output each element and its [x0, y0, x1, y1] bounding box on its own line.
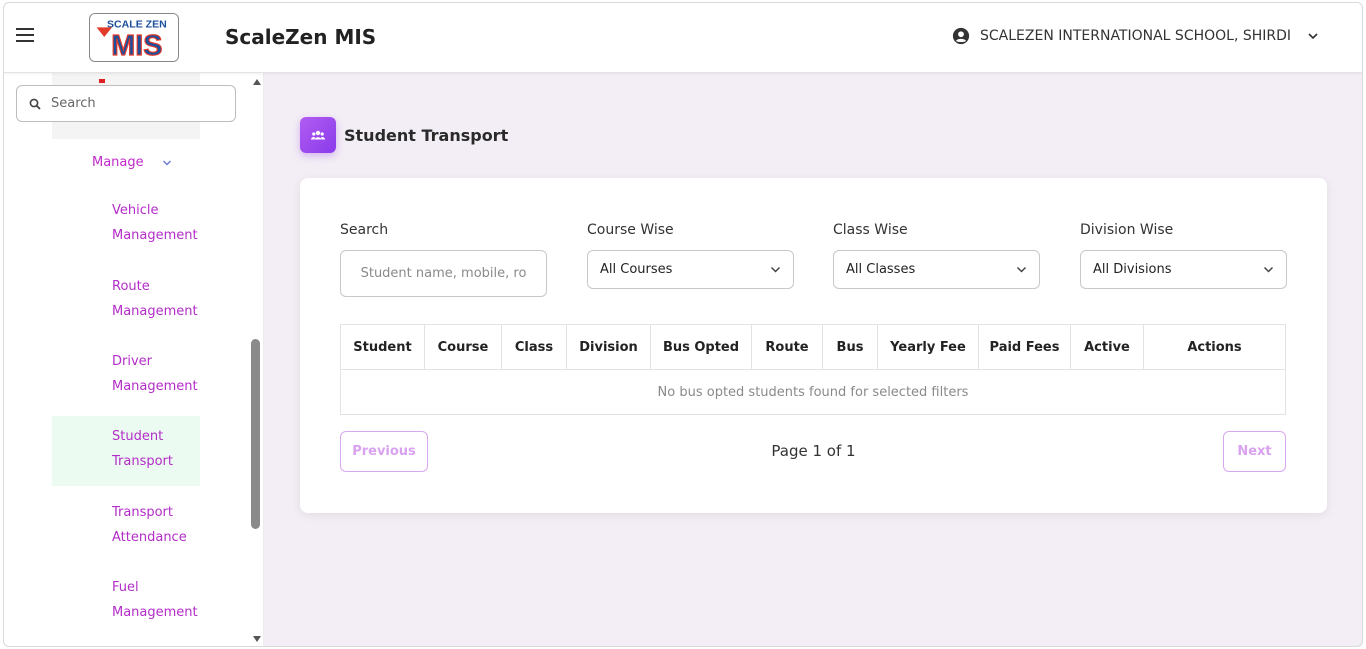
page-title: Student Transport: [344, 125, 509, 145]
top-header: SCALE ZEN MIS ScaleZen MIS SCALEZEN INTE…: [4, 3, 1362, 73]
sidebar-item-driver-management[interactable]: Driver Management: [52, 349, 200, 399]
division-filter-label: Division Wise: [1080, 222, 1174, 238]
sidebar-search[interactable]: [16, 85, 236, 122]
hamburger-menu-icon[interactable]: [16, 28, 38, 46]
scroll-down-arrow-icon[interactable]: [253, 636, 261, 642]
column-header-bus[interactable]: Bus: [822, 324, 878, 370]
column-header-bus-opted[interactable]: Bus Opted: [650, 324, 752, 370]
svg-text:MIS: MIS: [111, 30, 162, 61]
sidebar-item-fuel-management[interactable]: Fuel Management: [52, 575, 200, 625]
column-header-division[interactable]: Division: [566, 324, 651, 370]
search-filter-label: Search: [340, 222, 389, 238]
sidebar-item-label: Fuel: [112, 580, 139, 595]
sidebar-item-student-transport[interactable]: Student Transport: [52, 416, 200, 486]
page-indicator: Page 1 of 1: [771, 442, 856, 460]
division-select[interactable]: All Divisions: [1080, 250, 1287, 289]
column-header-yearly-fee[interactable]: Yearly Fee: [877, 324, 979, 370]
school-selector[interactable]: SCALEZEN INTERNATIONAL SCHOOL, SHIRDI: [952, 27, 1319, 45]
sidebar-item-label: Attendance: [112, 530, 187, 545]
course-select-value: All Courses: [600, 262, 673, 277]
course-select[interactable]: All Courses: [587, 250, 794, 289]
sidebar-search-input[interactable]: [51, 96, 211, 111]
class-select[interactable]: All Classes: [833, 250, 1040, 289]
column-header-actions: Actions: [1143, 324, 1286, 370]
column-header-course[interactable]: Course: [424, 324, 502, 370]
account-circle-icon: [952, 27, 970, 45]
search-input-box[interactable]: [340, 250, 547, 297]
chevron-down-icon: [770, 266, 781, 273]
sidebar-item-route-management[interactable]: Route Management: [52, 274, 200, 324]
sidebar-item-label: Management: [112, 605, 198, 620]
chevron-down-icon: [1263, 266, 1274, 273]
chevron-down-icon: [162, 159, 171, 166]
class-filter: Class Wise All Classes: [833, 222, 1040, 289]
sidebar-scrollbar[interactable]: [251, 73, 263, 646]
chevron-down-icon: [1016, 266, 1027, 273]
class-select-value: All Classes: [846, 262, 916, 277]
column-header-student[interactable]: Student: [340, 324, 425, 370]
course-filter: Course Wise All Courses: [587, 222, 794, 289]
column-header-paid-fees[interactable]: Paid Fees: [978, 324, 1071, 370]
svg-text:SCALE ZEN: SCALE ZEN: [107, 18, 167, 30]
app-title: ScaleZen MIS: [225, 25, 377, 49]
manage-label: Manage: [92, 155, 144, 170]
class-filter-label: Class Wise: [833, 222, 908, 238]
sidebar-item-transport-attendance[interactable]: Transport Attendance: [52, 500, 200, 550]
sidebar-item-label: Management: [112, 379, 198, 394]
search-icon: [29, 98, 41, 110]
course-filter-label: Course Wise: [587, 222, 674, 238]
logo-graphic: SCALE ZEN MIS: [90, 14, 178, 61]
table-header-row: Student Course Class Division Bus Opted …: [340, 324, 1286, 370]
sidebar-item-label: Driver: [112, 354, 153, 369]
sidebar-item-label: Student: [112, 429, 164, 444]
sidebar-item-label: Route: [112, 279, 150, 294]
school-name: SCALEZEN INTERNATIONAL SCHOOL, SHIRDI: [980, 28, 1292, 44]
next-button[interactable]: Next: [1223, 431, 1286, 472]
column-header-active[interactable]: Active: [1070, 324, 1144, 370]
transport-table: Student Course Class Division Bus Opted …: [340, 324, 1286, 415]
sidebar-item-label: Management: [112, 304, 198, 319]
sidebar-item-label: Vehicle: [112, 203, 159, 218]
student-search-input[interactable]: [353, 266, 534, 281]
sidebar-item-label: Management: [112, 228, 198, 243]
group-icon: [300, 117, 336, 153]
empty-state-message: No bus opted students found for selected…: [340, 369, 1286, 415]
division-select-value: All Divisions: [1093, 262, 1172, 277]
scroll-up-arrow-icon[interactable]: [253, 79, 261, 85]
sidebar-manage-group[interactable]: Manage: [92, 155, 172, 170]
column-header-route[interactable]: Route: [751, 324, 823, 370]
sidebar: Manage Vehicle Management Route Manageme…: [4, 73, 264, 646]
table-row: No bus opted students found for selected…: [340, 369, 1286, 415]
app-window: SCALE ZEN MIS ScaleZen MIS SCALEZEN INTE…: [3, 2, 1363, 647]
scrollbar-thumb[interactable]: [251, 339, 260, 529]
sidebar-item-label: Transport: [112, 505, 174, 520]
column-header-class[interactable]: Class: [501, 324, 567, 370]
sidebar-item-label: Transport: [112, 454, 174, 469]
scalezen-logo[interactable]: SCALE ZEN MIS: [89, 13, 179, 62]
page-header: Student Transport: [300, 117, 508, 153]
sidebar-item-vehicle-management[interactable]: Vehicle Management: [52, 198, 200, 248]
chevron-down-icon: [1308, 33, 1318, 40]
division-filter: Division Wise All Divisions: [1080, 222, 1287, 289]
search-filter: Search: [340, 222, 547, 297]
student-transport-card: Search Course Wise All Courses Class Wis…: [300, 178, 1327, 513]
